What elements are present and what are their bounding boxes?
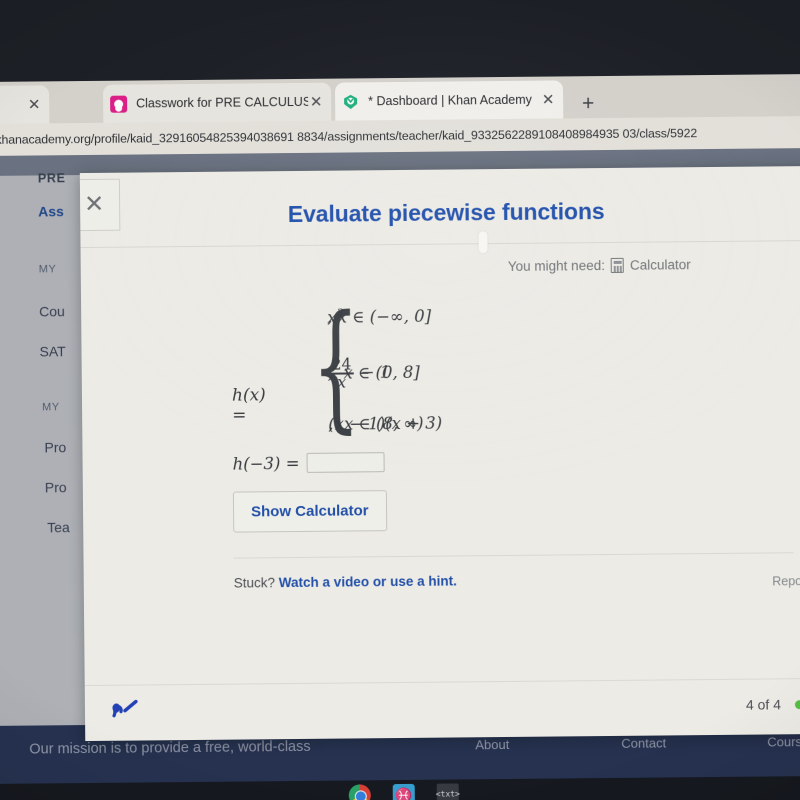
google-classroom-icon xyxy=(110,95,128,113)
close-icon[interactable]: ✕ xyxy=(540,91,556,108)
answer-input[interactable] xyxy=(306,452,385,473)
chrome-icon[interactable] xyxy=(348,784,371,800)
show-calculator-button[interactable]: Show Calculator xyxy=(232,490,387,533)
text-editor-icon[interactable]: <txt> xyxy=(436,783,460,800)
progress-dot xyxy=(794,699,800,709)
stuck-row: Stuck? Watch a video or use a hint. xyxy=(234,573,457,590)
tab-title: * Dashboard | Khan Academy xyxy=(368,92,532,109)
new-tab-button[interactable]: + xyxy=(573,88,603,118)
calculator-label: Calculator xyxy=(629,257,691,273)
evaluate-row: h(−3) = xyxy=(233,452,385,473)
pencil-scribble-icon[interactable] xyxy=(109,696,143,727)
scroll-indicator[interactable] xyxy=(478,231,488,254)
exercise-progress: 4 of 4 xyxy=(746,696,800,713)
you-might-need-label: You might need: xyxy=(507,258,606,274)
browser-window-top xyxy=(0,0,800,82)
khan-academy-leaf-icon xyxy=(342,93,359,110)
app-blue-icon[interactable]: ♓ xyxy=(392,783,415,800)
piece-condition-1: , x ∈ (−∞, 0] xyxy=(327,306,432,327)
piece-condition-2: , x ∈ (0, 8] xyxy=(327,363,420,384)
divider xyxy=(233,552,794,559)
exercise-title: Evaluate piecewise functions xyxy=(287,198,605,228)
stuck-label: Stuck? xyxy=(233,575,276,591)
report-problem-link[interactable]: Report xyxy=(772,574,800,588)
piece-condition-3: , x ∈ (8, ∞) xyxy=(328,413,424,434)
tab-title: ps xyxy=(0,98,26,113)
piecewise-row-3: (x − 1)(x + 3) , x ∈ (8, ∞) xyxy=(328,414,442,434)
close-icon[interactable]: ✕ xyxy=(308,93,324,110)
piecewise-row-2: 24 x − 1 , x ∈ (0, 8] xyxy=(328,355,420,391)
close-icon[interactable]: ✕ xyxy=(26,96,42,113)
divider xyxy=(80,240,800,249)
browser-tab-partial[interactable]: ps ✕ xyxy=(0,85,50,125)
browser-tab-khan-academy[interactable]: * Dashboard | Khan Academy ✕ xyxy=(334,80,564,121)
divider xyxy=(84,678,800,687)
you-might-need-row: You might need: Calculator xyxy=(508,257,691,274)
url-text: khanacademy.org/profile/kaid_32916054825… xyxy=(0,126,698,147)
calculator-icon xyxy=(610,257,625,273)
screen-photo: ps ✕ Classwork for PRE CALCULUS P ✕ * Da… xyxy=(0,0,800,800)
function-label: h(x) = xyxy=(231,385,266,426)
piecewise-row-1: x3 , x ∈ (−∞, 0] xyxy=(327,306,431,327)
evaluate-label: h(−3) = xyxy=(232,453,300,474)
exercise-modal: ✕ Evaluate piecewise functions You might… xyxy=(79,166,800,742)
browser-tab-classroom[interactable]: Classwork for PRE CALCULUS P ✕ xyxy=(102,82,332,123)
watch-video-hint-link[interactable]: Watch a video or use a hint. xyxy=(279,573,457,590)
tab-title: Classwork for PRE CALCULUS P xyxy=(136,94,309,111)
progress-count: 4 of 4 xyxy=(745,696,782,713)
